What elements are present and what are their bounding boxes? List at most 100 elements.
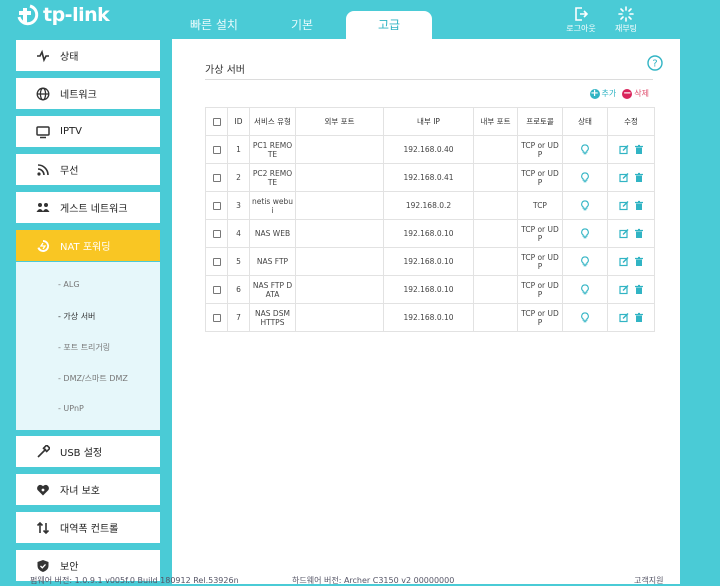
row-external-port (295, 275, 384, 304)
row-select-cell[interactable] (205, 163, 228, 192)
sidebar-item-label: USB 설정 (60, 448, 103, 459)
row-external-port (295, 303, 384, 332)
trash-icon[interactable] (634, 172, 644, 183)
help-icon[interactable]: ? (647, 55, 663, 71)
reboot-button[interactable]: 재부팅 (606, 6, 646, 34)
section-divider (205, 79, 653, 80)
status-bulb-icon[interactable] (580, 144, 590, 155)
delete-button[interactable]: − 삭제 (622, 88, 649, 99)
edit-icon[interactable] (618, 228, 629, 239)
shield-icon (37, 559, 49, 572)
row-select-cell[interactable] (205, 191, 228, 220)
submenu-item-port-triggering[interactable]: - 포트 트리거링 (58, 342, 110, 353)
row-modify (607, 247, 655, 276)
edit-icon[interactable] (618, 312, 629, 323)
tv-icon (36, 125, 50, 138)
row-checkbox[interactable] (212, 146, 221, 154)
sidebar-item-bandwidth-control[interactable]: 대역폭 컨트롤 (16, 512, 160, 543)
submenu-item-upnp[interactable]: - UPnP (58, 404, 84, 413)
row-protocol: TCP or UDP (517, 275, 563, 304)
trash-icon[interactable] (634, 144, 644, 155)
edit-icon[interactable] (618, 200, 629, 211)
tab-quick-setup[interactable]: 빠른 설치 (184, 11, 244, 39)
row-checkbox[interactable] (212, 286, 221, 294)
table-actions: + 추가 − 삭제 (584, 88, 649, 99)
reboot-icon (618, 6, 634, 22)
status-bulb-icon[interactable] (580, 256, 590, 267)
sidebar-item-status[interactable]: 상태 (16, 40, 160, 71)
sidebar-item-parental-controls[interactable]: 자녀 보호 (16, 474, 160, 505)
row-protocol: TCP (517, 191, 563, 220)
row-modify (607, 163, 655, 192)
status-bulb-icon[interactable] (580, 228, 590, 239)
submenu-item-alg[interactable]: - ALG (58, 280, 80, 289)
table-body: 1 PC1 REMOTE 192.168.0.40 TCP or UDP 2 PC2 RE… (205, 135, 655, 332)
row-id: 5 (227, 247, 250, 276)
row-select-cell[interactable] (205, 219, 228, 248)
trash-icon[interactable] (634, 228, 644, 239)
row-checkbox[interactable] (212, 314, 221, 322)
submenu-item-dmz[interactable]: - DMZ/스마트 DMZ (58, 373, 128, 384)
header-select-all[interactable] (205, 107, 228, 136)
status-bulb-icon[interactable] (580, 312, 590, 323)
trash-icon[interactable] (634, 256, 644, 267)
header-internal-ip: 내부 IP (383, 107, 474, 136)
table-row: 5 NAS FTP 192.168.0.10 TCP or UDP (205, 247, 655, 276)
sidebar-item-label: 게스트 네트워크 (60, 204, 128, 215)
header-id: ID (227, 107, 250, 136)
sidebar-item-guest-network[interactable]: 게스트 네트워크 (16, 192, 160, 223)
row-service-type: netis webui (249, 191, 296, 220)
submenu-item-virtual-server[interactable]: - 가상 서버 (58, 311, 95, 322)
add-button[interactable]: + 추가 (589, 88, 616, 99)
row-id: 6 (227, 275, 250, 304)
sidebar-item-wireless[interactable]: 무선 (16, 154, 160, 185)
minus-icon: − (622, 87, 633, 99)
sidebar-item-label: 자녀 보호 (60, 486, 100, 497)
status-bulb-icon[interactable] (580, 172, 590, 183)
row-checkbox[interactable] (212, 202, 221, 210)
logout-button[interactable]: 로그아웃 (561, 6, 601, 34)
row-external-port (295, 191, 384, 220)
status-bulb-icon[interactable] (580, 284, 590, 295)
sidebar-item-iptv[interactable]: IPTV (16, 116, 160, 147)
row-select-cell[interactable] (205, 275, 228, 304)
trash-icon[interactable] (634, 284, 644, 295)
row-status (562, 191, 608, 220)
row-select-cell[interactable] (205, 135, 228, 164)
row-service-type: NAS FTP DATA (249, 275, 296, 304)
row-modify (607, 219, 655, 248)
select-all-checkbox[interactable] (212, 118, 221, 126)
trash-icon[interactable] (634, 312, 644, 323)
edit-icon[interactable] (618, 172, 629, 183)
row-modify (607, 135, 655, 164)
table-row: 4 NAS WEB 192.168.0.10 TCP or UDP (205, 219, 655, 248)
pulse-icon (37, 49, 49, 62)
row-checkbox[interactable] (212, 174, 221, 182)
trash-icon[interactable] (634, 200, 644, 211)
row-external-port (295, 135, 384, 164)
row-protocol: TCP or UDP (517, 163, 563, 192)
row-id: 7 (227, 303, 250, 332)
row-internal-ip: 192.168.0.40 (383, 135, 474, 164)
firmware-version: 펌웨어 버전: 1.0.9.1 v005f.0 Build 180912 Rel… (30, 576, 239, 585)
tab-basic[interactable]: 기본 (272, 11, 332, 39)
sidebar-item-nat-forwarding[interactable]: NAT 포워딩 (16, 230, 160, 261)
edit-icon[interactable] (618, 144, 629, 155)
sidebar-item-usb[interactable]: USB 설정 (16, 436, 160, 467)
row-service-type: NAS DSM HTTPS (249, 303, 296, 332)
logout-label: 로그아웃 (566, 24, 596, 33)
row-select-cell[interactable] (205, 247, 228, 276)
support-link[interactable]: 고객지원 (634, 575, 663, 586)
updown-icon (36, 521, 50, 534)
row-internal-port (473, 135, 518, 164)
row-modify (607, 191, 655, 220)
sidebar-item-network[interactable]: 네트워크 (16, 78, 160, 109)
row-checkbox[interactable] (212, 230, 221, 238)
edit-icon[interactable] (618, 256, 629, 267)
status-bulb-icon[interactable] (580, 200, 590, 211)
tab-advanced[interactable]: 고급 (346, 11, 432, 39)
header-protocol: 프로토콜 (517, 107, 563, 136)
edit-icon[interactable] (618, 284, 629, 295)
row-checkbox[interactable] (212, 258, 221, 266)
row-select-cell[interactable] (205, 303, 228, 332)
